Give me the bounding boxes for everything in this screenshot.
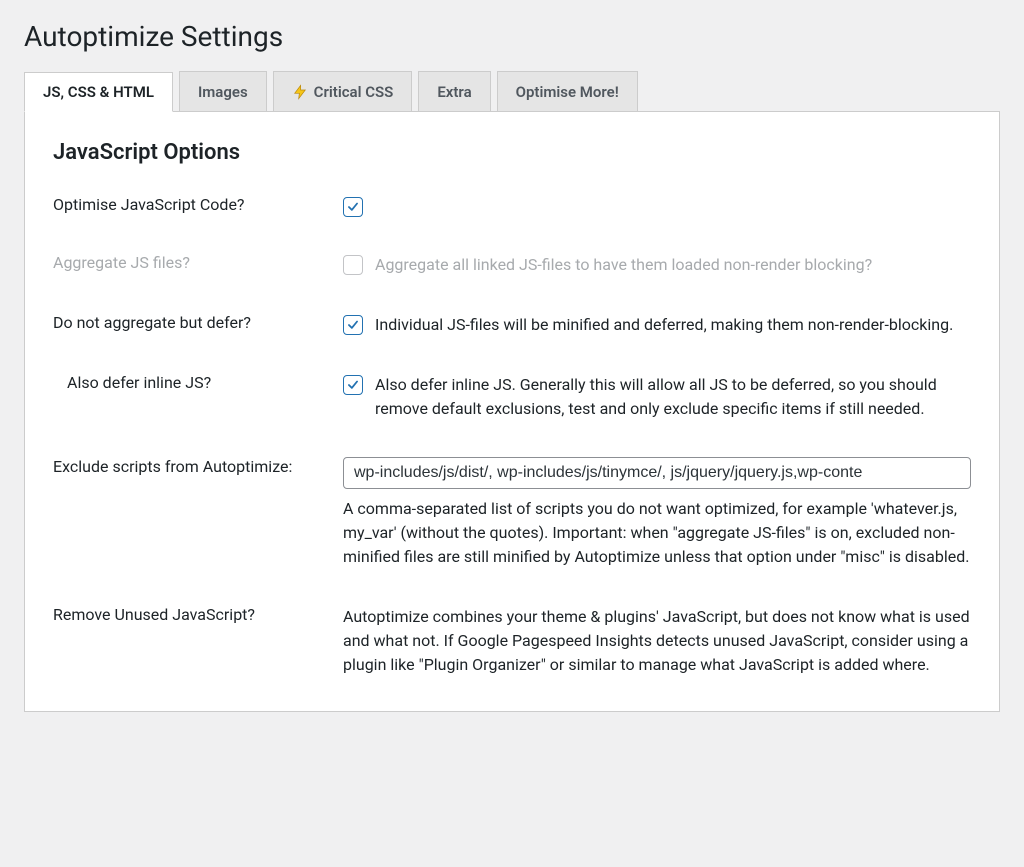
desc-remove-unused: Autoptimize combines your theme & plugin… (343, 605, 971, 677)
tab-label: Images (198, 83, 248, 101)
label-optimise-js: Optimise JavaScript Code? (53, 195, 343, 214)
desc-defer-inline: Also defer inline JS. Generally this wil… (375, 373, 971, 421)
tab-label: Optimise More! (516, 83, 619, 101)
tab-js-css-html[interactable]: JS, CSS & HTML (24, 72, 173, 112)
row-defer-inline: Also defer inline JS? Also defer inline … (53, 373, 971, 421)
checkbox-optimise-js[interactable] (343, 197, 363, 217)
settings-panel: JavaScript Options Optimise JavaScript C… (24, 112, 1000, 712)
page-title: Autoptimize Settings (24, 20, 1000, 53)
tab-optimise-more[interactable]: Optimise More! (497, 71, 638, 111)
label-defer-js: Do not aggregate but defer? (53, 313, 343, 332)
label-remove-unused: Remove Unused JavaScript? (53, 605, 343, 624)
lightning-icon (292, 84, 308, 100)
help-exclude-scripts: A comma-separated list of scripts you do… (343, 497, 971, 569)
label-exclude-scripts: Exclude scripts from Autoptimize: (53, 457, 343, 476)
tab-label: Critical CSS (314, 83, 394, 101)
desc-aggregate-js: Aggregate all linked JS-files to have th… (375, 253, 872, 277)
desc-defer-js: Individual JS-files will be minified and… (375, 313, 953, 337)
tab-images[interactable]: Images (179, 71, 267, 111)
row-defer-js: Do not aggregate but defer? Individual J… (53, 313, 971, 337)
row-remove-unused: Remove Unused JavaScript? Autoptimize co… (53, 605, 971, 677)
tab-extra[interactable]: Extra (418, 71, 490, 111)
row-optimise-js: Optimise JavaScript Code? (53, 195, 971, 217)
label-aggregate-js: Aggregate JS files? (53, 253, 343, 272)
tab-label: JS, CSS & HTML (43, 83, 154, 101)
checkbox-aggregate-js (343, 255, 363, 275)
section-title: JavaScript Options (53, 140, 971, 165)
tab-row: JS, CSS & HTML Images Critical CSS Extra… (24, 71, 1000, 112)
tab-label: Extra (437, 83, 471, 101)
input-exclude-scripts[interactable] (343, 457, 971, 489)
row-aggregate-js: Aggregate JS files? Aggregate all linked… (53, 253, 971, 277)
tab-critical-css[interactable]: Critical CSS (273, 71, 413, 111)
label-defer-inline: Also defer inline JS? (53, 373, 343, 392)
row-exclude-scripts: Exclude scripts from Autoptimize: A comm… (53, 457, 971, 569)
checkbox-defer-inline[interactable] (343, 375, 363, 395)
checkbox-defer-js[interactable] (343, 315, 363, 335)
